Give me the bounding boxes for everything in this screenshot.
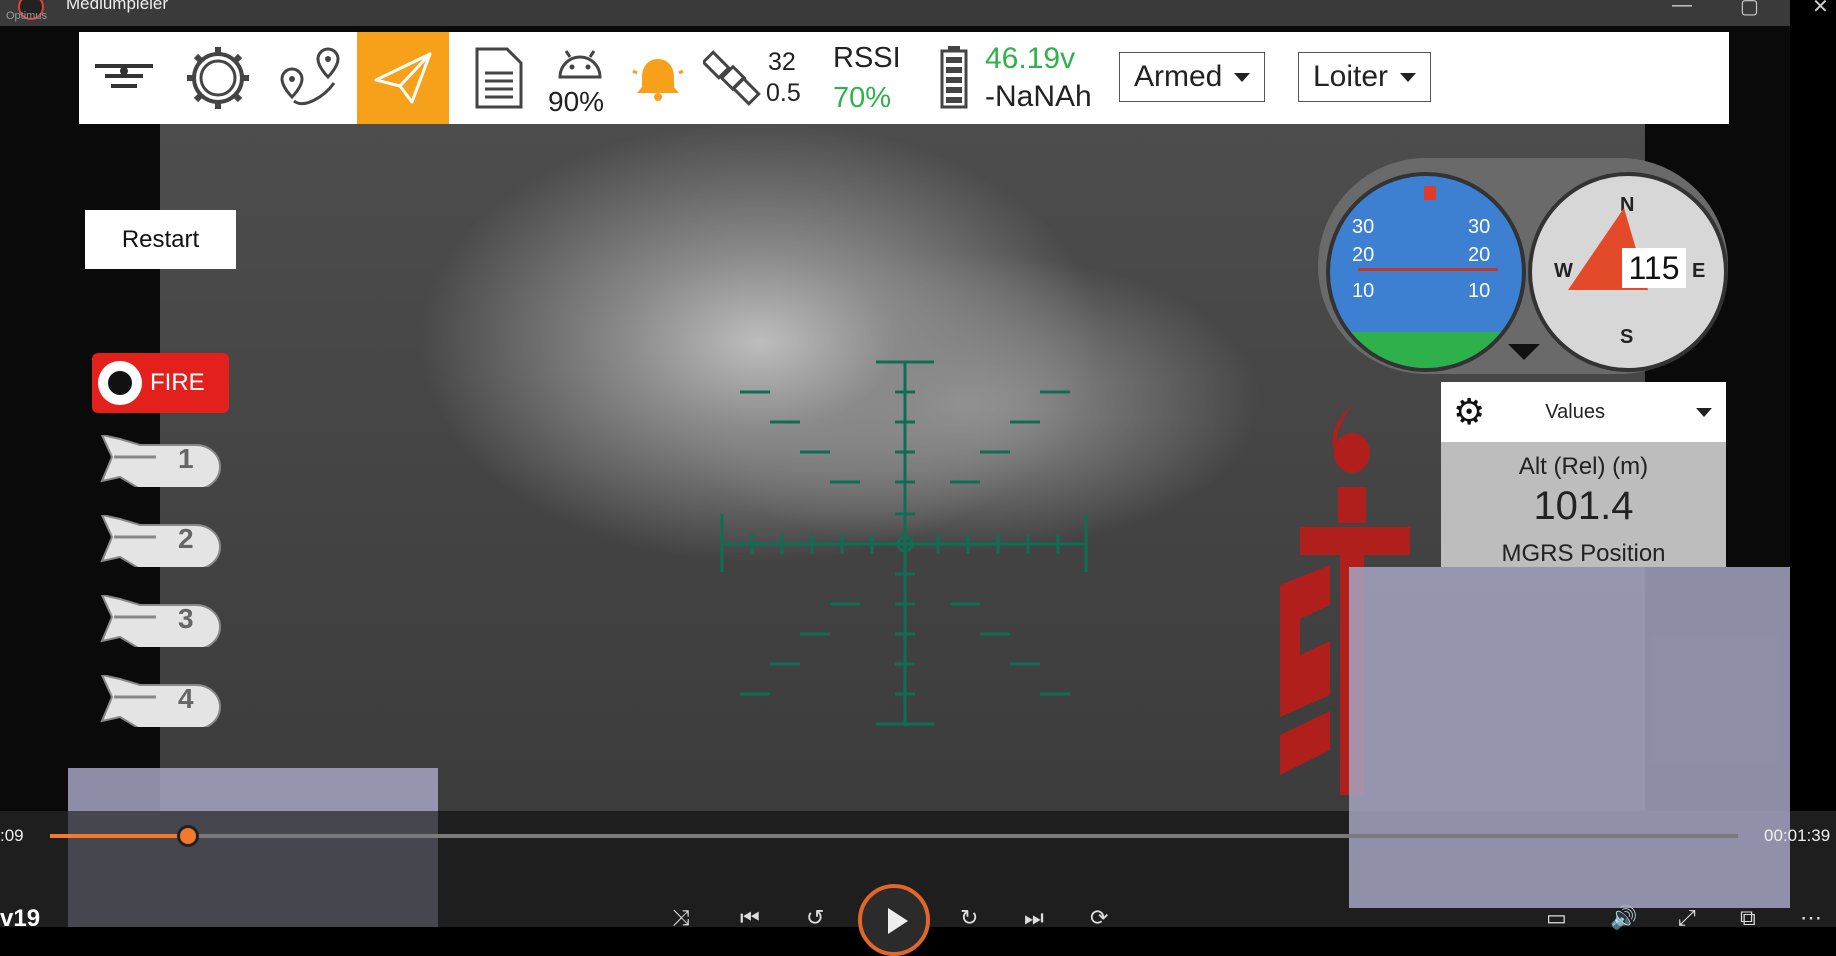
title-bar [0, 0, 1790, 26]
redaction-overlay [68, 811, 438, 927]
pitch-tick-right-20: 20 [1468, 244, 1491, 266]
battery-voltage: 46.19v [985, 42, 1076, 75]
total-time: 00:01:39 [1764, 826, 1831, 845]
close-icon[interactable]: ✕ [1812, 0, 1829, 19]
pitch-tick-left-20: 20 [1352, 244, 1375, 266]
seek-progress [50, 834, 189, 838]
hdop-value: 0.5 [766, 79, 801, 107]
flight-mode-dropdown[interactable]: Loiter [1298, 52, 1432, 102]
bomb-label-3: 3 [178, 603, 194, 634]
pitch-tick-left-10: 10 [1352, 280, 1375, 302]
settings-gear-icon[interactable] [178, 32, 258, 124]
restart-button[interactable]: Restart [85, 210, 236, 269]
values-gear-icon[interactable]: ⚙ [1453, 391, 1485, 433]
bomb-button-3[interactable]: 3 [100, 593, 224, 650]
subtitles-icon[interactable]: ▭ [1546, 905, 1567, 931]
pitch-tick-right-10: 10 [1468, 280, 1491, 302]
values-header[interactable]: ⚙ Values [1441, 382, 1726, 442]
heading-readout: 115 [1622, 248, 1686, 288]
compass-south: S [1620, 326, 1634, 348]
next-icon[interactable]: ⏭ [1024, 905, 1044, 931]
waypoints-icon[interactable] [272, 32, 352, 124]
bomb-button-1[interactable]: 1 [100, 433, 224, 490]
forward-30-icon[interactable]: ↻ [960, 905, 978, 931]
alarm-bell-icon[interactable] [628, 32, 688, 124]
compass-east: E [1692, 260, 1706, 282]
rewind-10-icon[interactable]: ↺ [806, 905, 824, 931]
chevron-down-icon [1696, 407, 1712, 417]
satellite-icon [700, 32, 766, 124]
android-icon [545, 36, 615, 86]
alt-value: 101.4 [1533, 484, 1634, 528]
mini-player-icon[interactable]: ⧉ [1740, 905, 1756, 931]
episode-label: v19 [0, 905, 41, 932]
minimize-icon[interactable]: — [1672, 0, 1692, 17]
play-icon [888, 908, 908, 934]
menu-icon[interactable] [88, 32, 160, 124]
bomb-label-2: 2 [178, 523, 194, 554]
pitch-tick-right-30: 30 [1468, 216, 1491, 238]
fire-button[interactable]: FIRE [92, 353, 229, 413]
seek-bar[interactable] [50, 834, 1738, 838]
bomb-button-4[interactable]: 4 [100, 673, 224, 730]
bomb-label-1: 1 [178, 443, 194, 474]
rssi-value: 70% [833, 82, 892, 114]
alt-label: Alt (Rel) (m) [1518, 453, 1649, 480]
attitude-indicator: 30 20 10 30 20 10 [1326, 172, 1526, 372]
fire-target-icon [98, 361, 142, 405]
more-options-icon[interactable]: ⋯ [1800, 905, 1822, 931]
play-button[interactable] [858, 884, 930, 956]
chevron-down-icon [1400, 72, 1417, 82]
crosshair-reticle [720, 360, 1088, 726]
volume-icon[interactable]: 🔊 [1610, 905, 1637, 931]
bomb-label-4: 4 [178, 683, 194, 714]
log-document-icon[interactable] [462, 32, 534, 124]
pitch-tick-left-30: 30 [1352, 216, 1375, 238]
window-subtitle: Optimus [6, 10, 47, 22]
flight-mode-value: Loiter [1313, 60, 1389, 93]
repeat-icon[interactable]: ⟳ [1090, 905, 1108, 931]
fire-label: FIRE [150, 369, 205, 396]
fullscreen-icon[interactable]: ⤢ [1678, 905, 1696, 931]
send-plane-icon[interactable] [357, 32, 449, 124]
previous-icon[interactable]: ⏮ [740, 905, 760, 931]
values-title: Values [1545, 400, 1605, 423]
current-time: :09 [0, 826, 24, 845]
arm-state-value: Armed [1134, 60, 1223, 93]
shuffle-icon[interactable]: ⤨ [672, 905, 690, 931]
chevron-down-icon [1234, 72, 1251, 82]
mgrs-label: MGRS Position [1501, 540, 1666, 567]
arm-state-dropdown[interactable]: Armed [1119, 52, 1266, 102]
battery-icon [932, 32, 976, 124]
maximize-icon[interactable]: ▢ [1740, 0, 1759, 19]
rssi-label: RSSI [833, 42, 901, 74]
redaction-overlay [1349, 567, 1790, 908]
window-title: Mediumpleier [66, 0, 169, 13]
collapse-arrow-icon[interactable] [1508, 344, 1540, 360]
satellite-count: 32 [768, 48, 796, 76]
bomb-button-2[interactable]: 2 [100, 513, 224, 570]
battery-mah: -NaNAh [985, 80, 1092, 113]
link-quality-value: 90% [548, 86, 605, 117]
